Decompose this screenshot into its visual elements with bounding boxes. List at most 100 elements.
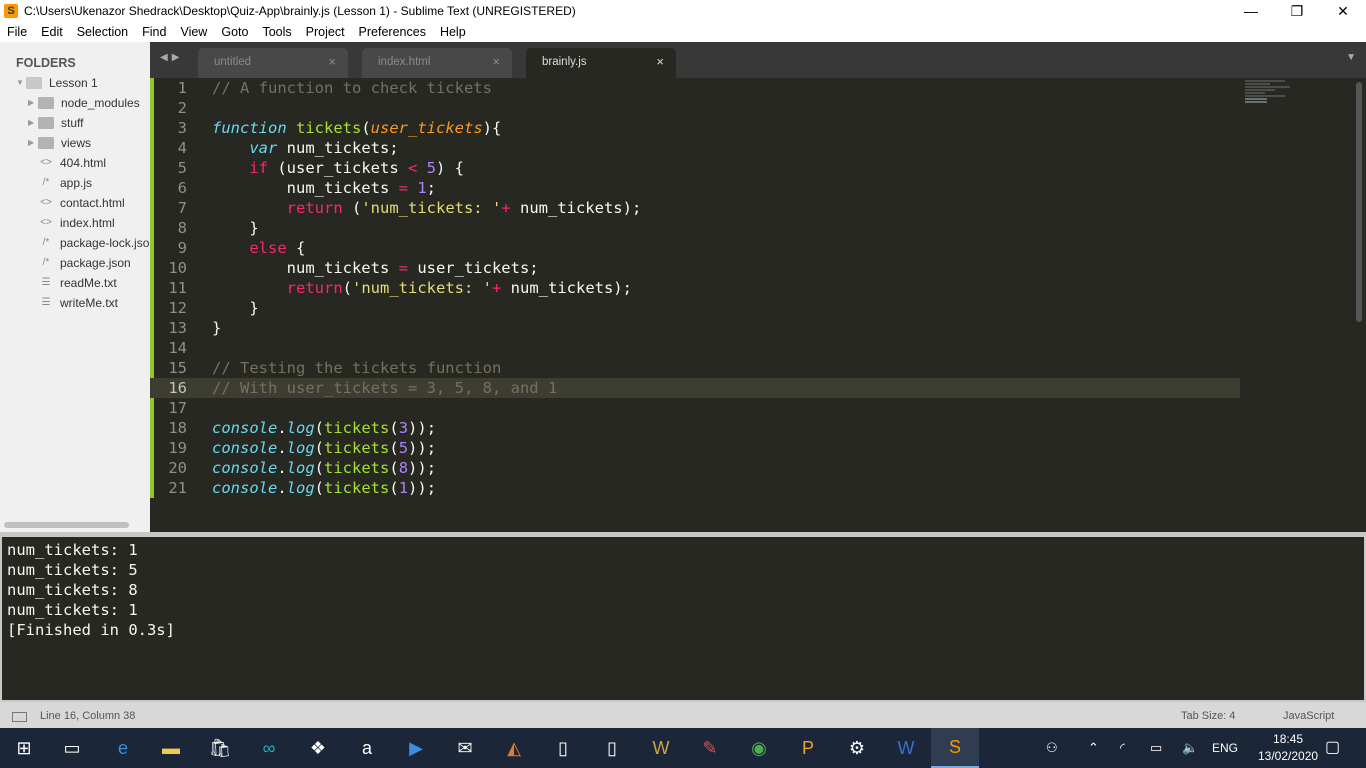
txt-file-icon: ☰ — [41, 297, 51, 308]
code-token: = — [398, 179, 408, 197]
tab-brainly-js[interactable]: brainly.js × — [526, 48, 676, 78]
tree-item-node-modules[interactable]: ▶ node_modules — [28, 93, 140, 113]
edge-icon[interactable]: e — [99, 728, 147, 768]
tree-root-folder[interactable]: ▼ Lesson 1 — [16, 73, 98, 93]
minimap[interactable] — [1245, 80, 1295, 120]
menu-edit[interactable]: Edit — [34, 25, 70, 39]
code-token: 'num_tickets: ' — [361, 199, 502, 217]
code-content: function tickets(user_tickets){ — [212, 118, 501, 138]
line-number: 9 — [177, 239, 187, 257]
code-line: 9 else { — [150, 238, 1240, 258]
dropbox-icon[interactable]: ❖ — [294, 728, 342, 768]
expanded-triangle-icon: ▼ — [16, 78, 24, 87]
menu-find[interactable]: Find — [135, 25, 173, 39]
tray-chevron-up-icon[interactable]: ⌃ — [1088, 728, 1099, 768]
battery-icon[interactable]: ▭ — [1150, 728, 1162, 768]
menu-selection[interactable]: Selection — [70, 25, 135, 39]
word-icon[interactable]: W — [882, 728, 930, 768]
tree-item-label: package-lock.json — [60, 236, 150, 250]
tab-menu-chevron-icon[interactable]: ▼ — [1346, 52, 1356, 63]
code-line: 12 } — [150, 298, 1240, 318]
code-token: 1 — [398, 479, 409, 497]
notifications-icon[interactable]: ▢ — [1325, 728, 1340, 768]
line-number: 2 — [177, 99, 187, 117]
people-icon[interactable]: ⚇ — [1046, 728, 1058, 768]
editor-scrollbar[interactable] — [1356, 82, 1362, 322]
code-content: // A function to check tickets — [212, 78, 492, 98]
code-token: tickets — [324, 439, 390, 457]
tree-item-index-html[interactable]: <> index.html — [38, 213, 115, 233]
tab-close-icon[interactable]: × — [328, 48, 336, 76]
document-icon[interactable]: ▯ — [539, 728, 587, 768]
tab-size[interactable]: Tab Size: 4 — [1181, 702, 1235, 730]
tree-item-writeme-txt[interactable]: ☰ writeMe.txt — [38, 293, 119, 313]
presentation-icon[interactable]: P — [784, 728, 832, 768]
clock[interactable]: 18:45 13/02/2020 — [1258, 731, 1318, 765]
mail-icon[interactable]: ✉ — [441, 728, 489, 768]
tab-untitled[interactable]: untitled × — [198, 48, 348, 78]
settings-gear-icon[interactable]: ⚙ — [833, 728, 881, 768]
tab-bar: untitled × index.html × brainly.js × — [150, 42, 1366, 78]
tree-item-package-lock-json[interactable]: /* package-lock.json — [38, 233, 150, 253]
tree-item-package-json[interactable]: /* package.json — [38, 253, 131, 273]
code-line: 3 function tickets(user_tickets){ — [150, 118, 1240, 138]
syntax-mode[interactable]: JavaScript — [1283, 702, 1334, 730]
media-player-icon[interactable]: ▶ — [392, 728, 440, 768]
menu-preferences[interactable]: Preferences — [352, 25, 433, 39]
matlab-icon[interactable]: ◭ — [490, 728, 538, 768]
menu-project[interactable]: Project — [299, 25, 352, 39]
menu-goto[interactable]: Goto — [214, 25, 255, 39]
tree-item-readme-txt[interactable]: ☰ readMe.txt — [38, 273, 117, 293]
panel-toggle-icon[interactable] — [12, 712, 27, 722]
sublime-text-icon[interactable]: S — [931, 728, 979, 768]
wifi-icon[interactable]: ◜ — [1120, 728, 1125, 768]
code-content: console.log(tickets(8)); — [212, 458, 436, 478]
html-file-icon: <> — [40, 197, 52, 208]
tree-item-app-js[interactable]: /* app.js — [38, 173, 92, 193]
tab-index-html[interactable]: index.html × — [362, 48, 512, 78]
word-doc-icon[interactable]: W — [637, 728, 685, 768]
sidebar-scrollbar[interactable] — [4, 522, 129, 528]
file-explorer-icon[interactable]: ▬ — [147, 728, 195, 768]
tree-item-views[interactable]: ▶ views — [28, 133, 91, 153]
code-content: return ('num_tickets: '+ num_tickets); — [212, 198, 642, 218]
minimize-button[interactable]: — — [1228, 0, 1274, 22]
clock-time: 18:45 — [1273, 732, 1304, 746]
tree-item-404-html[interactable]: <> 404.html — [38, 153, 106, 173]
arduino-icon[interactable]: ∞ — [245, 728, 293, 768]
menu-help[interactable]: Help — [433, 25, 473, 39]
tab-nav-arrows-icon[interactable]: ◀▶ — [160, 52, 183, 63]
line-number: 6 — [177, 179, 187, 197]
tree-item-label: package.json — [60, 256, 131, 270]
document-icon-2[interactable]: ▯ — [588, 728, 636, 768]
store-icon[interactable]: 🛍 — [196, 728, 244, 768]
code-token: log — [286, 479, 315, 497]
code-content: console.log(tickets(1)); — [212, 478, 436, 498]
close-button[interactable]: ✕ — [1320, 0, 1366, 22]
paint-icon[interactable]: ✎ — [686, 728, 734, 768]
volume-icon[interactable]: 🔈 — [1182, 728, 1198, 768]
tree-item-label: writeMe.txt — [60, 296, 119, 310]
code-editor[interactable]: 1 // A function to check tickets 2 3 functio… — [150, 78, 1366, 532]
tab-close-icon[interactable]: × — [492, 48, 500, 76]
folder-icon — [38, 137, 54, 149]
code-token: ( — [314, 479, 325, 497]
maximize-button[interactable]: ❐ — [1274, 0, 1320, 22]
tree-item-contact-html[interactable]: <> contact.html — [38, 193, 125, 213]
menu-view[interactable]: View — [173, 25, 214, 39]
language-indicator[interactable]: ENG — [1212, 728, 1238, 768]
chrome-icon[interactable]: ◉ — [735, 728, 783, 768]
menu-file[interactable]: File — [0, 25, 34, 39]
tab-close-icon[interactable]: × — [656, 48, 664, 76]
amazon-icon[interactable]: a — [343, 728, 391, 768]
line-number: 1 — [177, 79, 187, 97]
tree-item-stuff[interactable]: ▶ stuff — [28, 113, 83, 133]
task-view-icon[interactable]: ▭ — [48, 728, 96, 768]
js-file-icon: /* — [42, 177, 50, 188]
line-number: 15 — [168, 359, 187, 377]
start-windows-icon[interactable]: ⊞ — [0, 728, 48, 768]
menu-tools[interactable]: Tools — [255, 25, 298, 39]
